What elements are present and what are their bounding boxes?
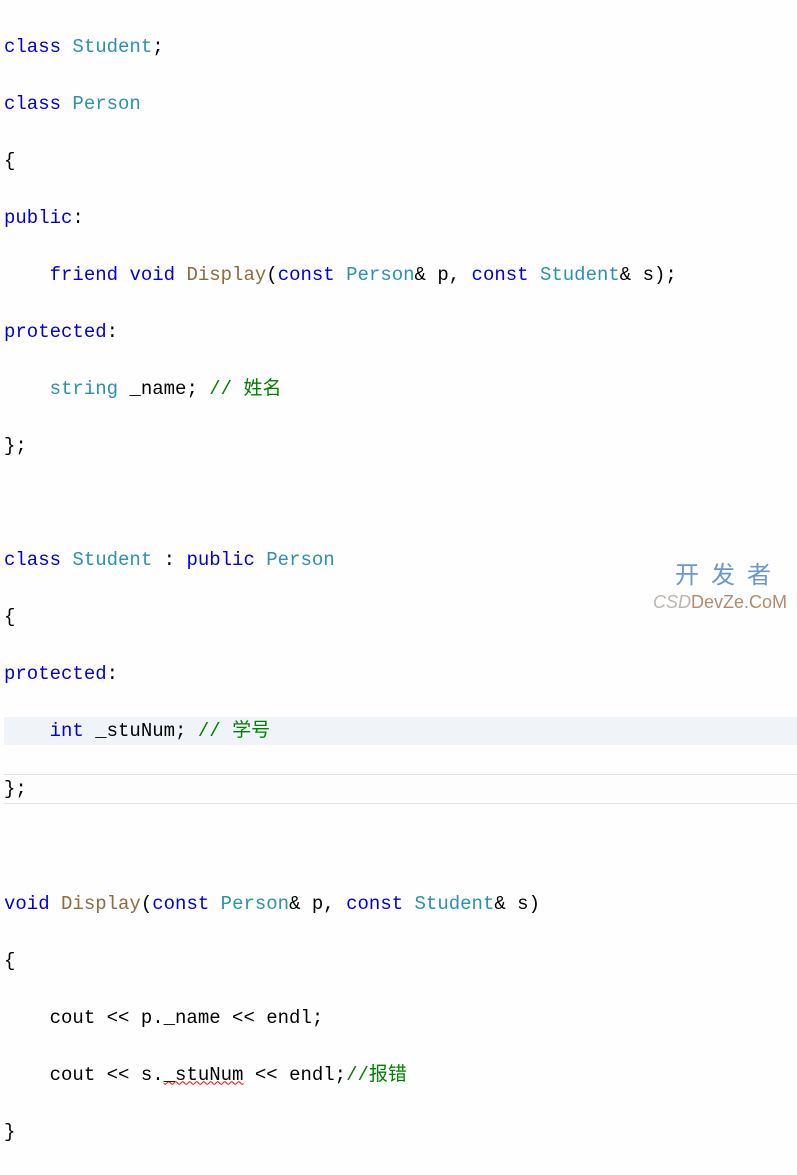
- code-line: protected:: [4, 318, 797, 347]
- watermark-brand: CSDDevZe.CoM: [653, 589, 787, 616]
- code-line: cout << p._name << endl;: [4, 1004, 797, 1033]
- code-line: {: [4, 947, 797, 976]
- code-line: cout << s._stuNum << endl;//报错: [4, 1061, 797, 1090]
- comment: // 姓名: [209, 378, 281, 400]
- code-line: public:: [4, 204, 797, 233]
- comment: // 学号: [198, 720, 270, 742]
- code-line: friend void Display(const Person& p, con…: [4, 261, 797, 290]
- code-line: string _name; // 姓名: [4, 375, 797, 404]
- code-line: [4, 489, 797, 518]
- code-line: int _stuNum; // 学号: [4, 717, 797, 746]
- code-line: class Person: [4, 90, 797, 119]
- keyword-class: class: [4, 36, 72, 58]
- code-line: protected:: [4, 660, 797, 689]
- code-line: class Student;: [4, 33, 797, 62]
- type-student: Student: [72, 36, 152, 58]
- code-line: {: [4, 147, 797, 176]
- comment: //报错: [346, 1064, 407, 1086]
- code-line: [4, 833, 797, 862]
- error-squiggle: _stuNum: [164, 1064, 244, 1086]
- code-line: };: [4, 432, 797, 461]
- code-line: void Display(const Person& p, const Stud…: [4, 890, 797, 919]
- code-line: };: [4, 774, 797, 805]
- code-line: }: [4, 1118, 797, 1147]
- function-display: Display: [186, 264, 266, 286]
